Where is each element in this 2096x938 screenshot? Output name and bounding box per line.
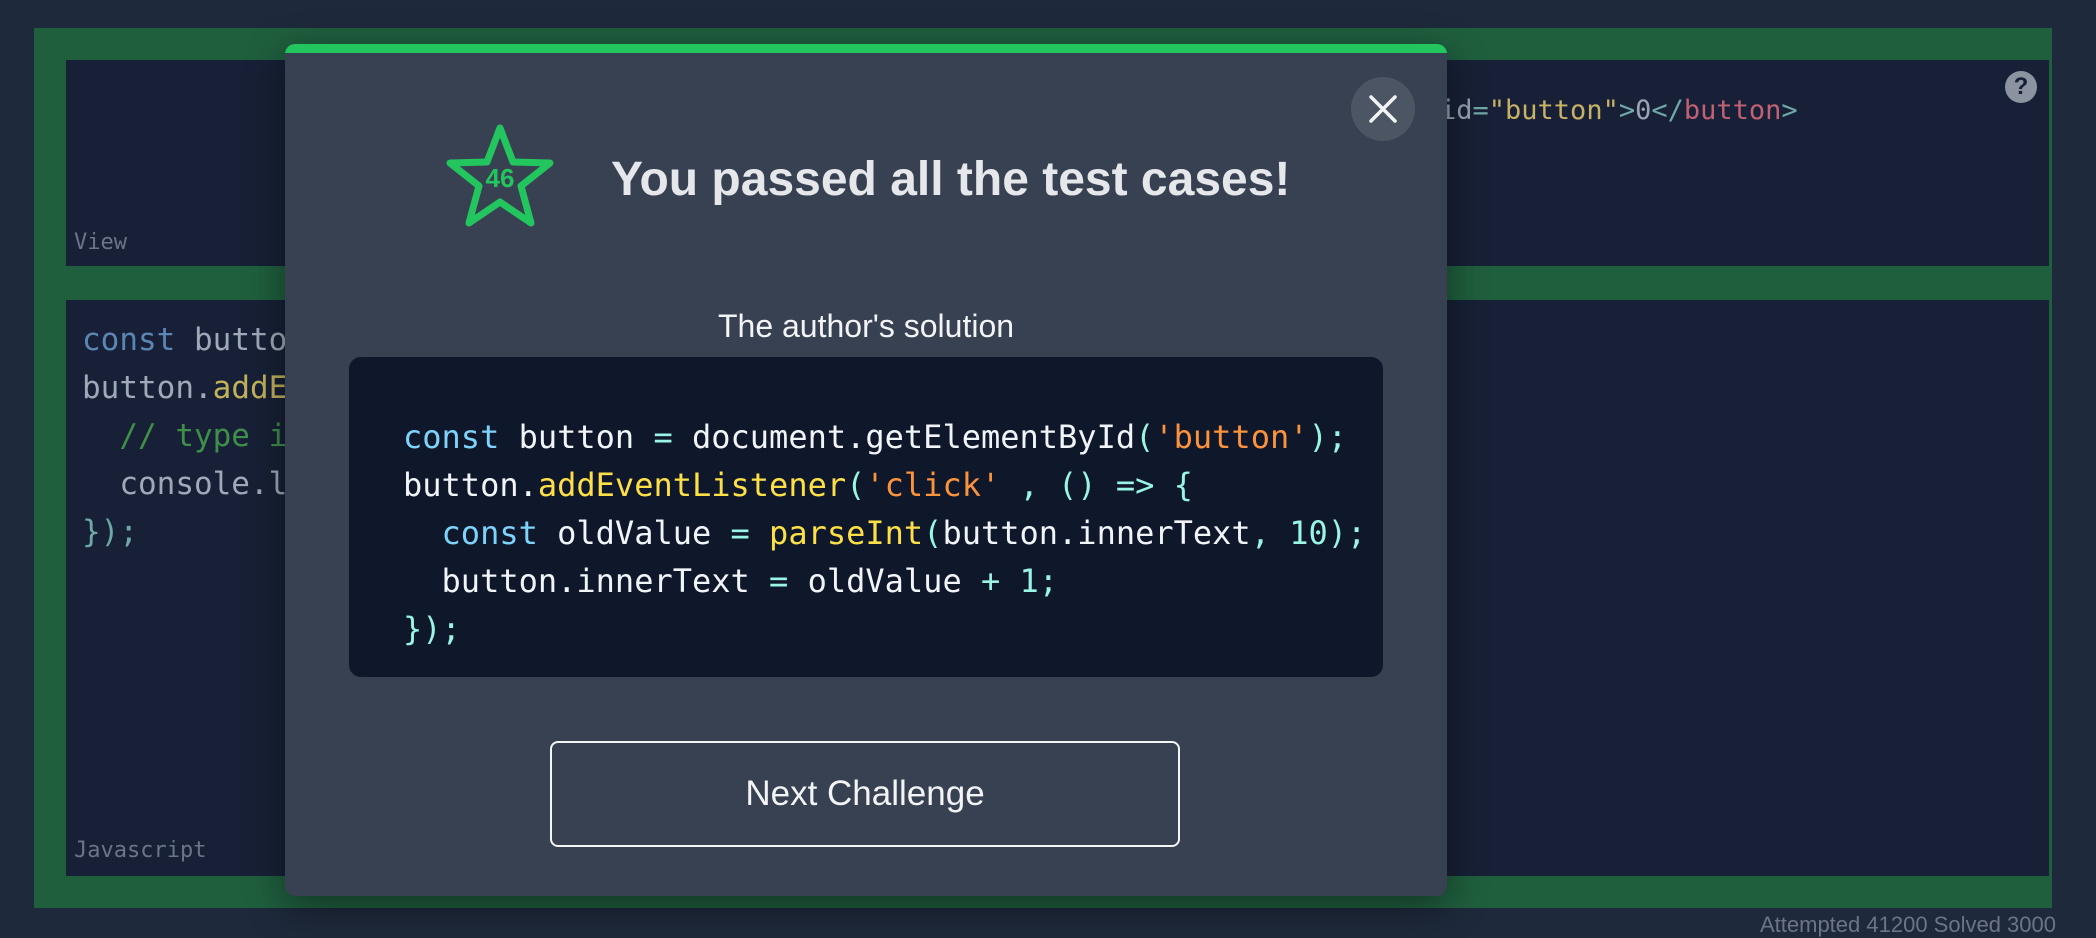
- score-badge: 46: [486, 163, 515, 193]
- close-button[interactable]: [1351, 77, 1415, 141]
- html-close-tag: button: [1683, 95, 1782, 126]
- javascript-label: Javascript: [74, 838, 207, 863]
- solution-title: The author's solution: [717, 308, 1015, 344]
- next-challenge-button[interactable]: Next Challenge: [550, 741, 1180, 847]
- solution-code: const button = document.getElementById('…: [403, 418, 1367, 648]
- success-modal: 46 You passed all the test cases! The au…: [285, 44, 1447, 896]
- html-attr-value: "button": [1488, 95, 1619, 126]
- js-line-5: });: [82, 514, 138, 550]
- js-line-2-fn: addE: [212, 370, 288, 406]
- solution-code-block: const button = document.getElementById('…: [349, 357, 1383, 677]
- status-text: Attempted 41200 Solved 3000: [1759, 912, 2056, 937]
- help-icon[interactable]: ?: [2005, 71, 2037, 103]
- modal-accent-bar: [285, 44, 1447, 53]
- js-line-3: // type i: [82, 418, 288, 454]
- modal-title: You passed all the test cases!: [611, 153, 1291, 206]
- close-icon: [1369, 95, 1397, 123]
- html-snippet: id="button">0</button>: [1440, 95, 1798, 126]
- js-line-2-obj: button.: [82, 370, 213, 406]
- js-keyword: const: [82, 322, 176, 358]
- javascript-code[interactable]: const butto button.addE // type i consol…: [82, 316, 287, 556]
- html-text: 0: [1635, 95, 1652, 126]
- view-label: View: [74, 230, 127, 255]
- js-line-1: butto: [175, 322, 288, 358]
- star-icon: 46: [446, 124, 554, 227]
- js-line-4: console.l: [82, 466, 288, 502]
